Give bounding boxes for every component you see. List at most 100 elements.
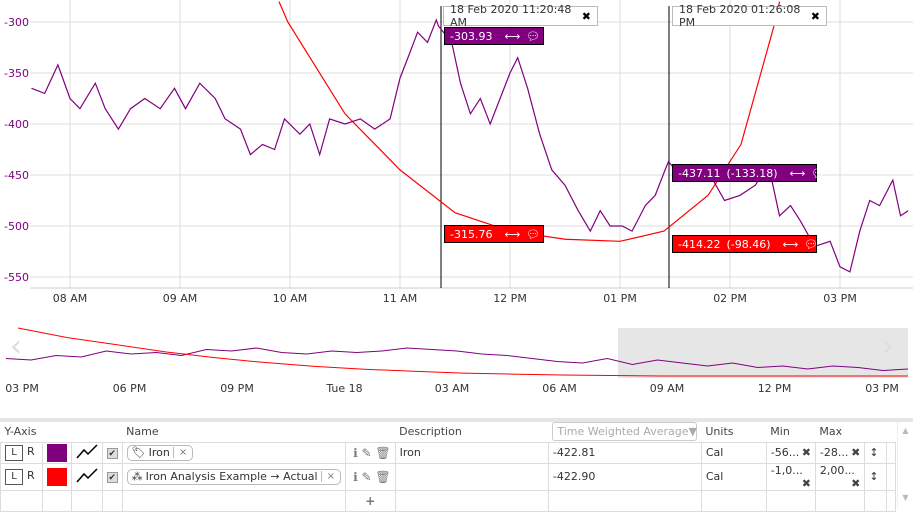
cursor-label-2: 18 Feb 2020 01:26:08 PM ✖: [672, 3, 827, 29]
header-yaxis: Y-Axis: [0, 422, 123, 443]
value-flag: -414.22 (-98.46) ⟷ 💬︎: [672, 235, 818, 253]
visible-checkbox[interactable]: ✔: [106, 472, 118, 483]
flag-delta: (-98.46): [726, 237, 771, 251]
remove-icon[interactable]: ×: [172, 447, 192, 458]
navigator-label: 09 AM: [650, 382, 685, 395]
tag-icon: 🏷︎: [131, 446, 146, 459]
range-icon[interactable]: ⟷: [790, 167, 806, 180]
units: Cal: [700, 441, 767, 464]
edit-icon[interactable]: ✎: [362, 470, 372, 484]
aggregate-select[interactable]: Time Weighted Average ▼: [552, 422, 698, 442]
line-style-icon[interactable]: [76, 467, 98, 483]
navigator-selection[interactable]: [618, 328, 908, 378]
clear-max-icon[interactable]: ✖: [851, 446, 860, 459]
close-icon[interactable]: ✖: [811, 10, 820, 23]
table-row: LR ✔ 🏷︎ Iron × ℹ ✎ 🗑︎ Iron -422.81 Cal -56…: [0, 441, 896, 464]
range-icon[interactable]: ⟷: [783, 238, 799, 251]
clear-min-icon[interactable]: ✖: [802, 477, 811, 490]
range-icon[interactable]: ⟷: [504, 30, 520, 43]
min-value[interactable]: -1,0...: [771, 464, 803, 477]
comment-icon[interactable]: 💬︎: [811, 167, 825, 180]
line-style-icon[interactable]: [76, 443, 98, 459]
left-axis-button[interactable]: L: [5, 444, 23, 461]
right-axis-button[interactable]: R: [27, 469, 35, 482]
delete-icon[interactable]: 🗑︎: [375, 446, 390, 460]
add-series-button[interactable]: +: [365, 494, 375, 508]
x-tick-label: 09 AM: [163, 292, 198, 305]
series-name: Iron Analysis Example → Actual: [145, 470, 318, 483]
delete-icon[interactable]: 🗑︎: [375, 470, 390, 484]
close-icon[interactable]: ✖: [582, 10, 591, 23]
scrollbar[interactable]: ▲ ▼: [897, 422, 913, 508]
flag-delta: (-133.18): [726, 166, 778, 180]
flag-value: -414.22: [678, 237, 721, 251]
navigator-label: 03 PM: [5, 382, 39, 395]
flag-value: -437.11: [678, 166, 721, 180]
trend-chart[interactable]: -300 -350 -400 -450 -500 -550 08 AM 09 AM 10 AM…: [0, 0, 913, 416]
table-row: LR ✔ ⁂ Iron Analysis Example → Actual × ℹ …: [0, 462, 896, 491]
navigator-label: 12 PM: [758, 382, 792, 395]
analysis-icon: ⁂: [131, 470, 143, 483]
max-value[interactable]: -28...: [820, 446, 848, 459]
header-name: Name: [122, 422, 396, 443]
comment-icon[interactable]: 💬︎: [526, 30, 540, 43]
series-tag[interactable]: ⁂ Iron Analysis Example → Actual ×: [126, 468, 341, 485]
series-table: Y-Axis Name Description Time Weighted Av…: [0, 418, 913, 512]
y-tick-label: -300: [4, 16, 29, 29]
comment-icon[interactable]: 💬︎: [804, 238, 818, 251]
aggregate-value: -422.81: [547, 441, 702, 464]
min-value[interactable]: -56...: [771, 446, 799, 459]
header-description: Description: [395, 422, 549, 443]
y-tick-label: -450: [4, 169, 29, 182]
x-tick-label: 10 AM: [273, 292, 308, 305]
left-axis-button[interactable]: L: [5, 468, 23, 485]
header-units: Units: [701, 422, 767, 443]
info-icon[interactable]: ℹ: [353, 446, 358, 460]
clear-min-icon[interactable]: ✖: [802, 446, 811, 459]
series-tag[interactable]: 🏷︎ Iron ×: [126, 444, 194, 461]
cursor-time: 18 Feb 2020 01:26:08 PM: [679, 3, 801, 29]
y-tick-label: -400: [4, 118, 29, 131]
x-tick-label: 03 PM: [823, 292, 857, 305]
value-flag: -315.76 ⟷ 💬︎: [444, 225, 544, 243]
navigator-label: 03 PM: [865, 382, 899, 395]
navigator-label: 06 AM: [542, 382, 577, 395]
cursor-time: 18 Feb 2020 11:20:48 AM: [450, 3, 572, 29]
info-icon[interactable]: ℹ: [353, 470, 358, 484]
edit-icon[interactable]: ✎: [362, 446, 372, 460]
series-name: Iron: [148, 446, 170, 459]
range-icon[interactable]: ⟷: [504, 228, 520, 241]
description: Iron: [394, 441, 549, 464]
navigator-label: Tue 18: [325, 382, 362, 395]
nav-left-arrow-icon[interactable]: ‹: [10, 329, 22, 364]
y-tick-label: -550: [4, 271, 29, 284]
color-swatch[interactable]: [46, 443, 67, 462]
x-tick-label: 02 PM: [713, 292, 747, 305]
aggregate-value: -422.90: [547, 462, 702, 491]
x-tick-label: 12 PM: [493, 292, 527, 305]
aggregate-label: Time Weighted Average: [557, 425, 689, 439]
nav-right-arrow-icon[interactable]: ›: [882, 329, 894, 364]
max-value[interactable]: 2,00...: [820, 464, 855, 477]
autoscale-icon[interactable]: ↕: [864, 462, 887, 491]
color-swatch[interactable]: [46, 467, 67, 486]
visible-checkbox[interactable]: ✔: [106, 448, 118, 459]
description: [394, 462, 549, 491]
value-flag: -303.93 ⟷ 💬︎: [444, 27, 544, 45]
cursor-label-1: 18 Feb 2020 11:20:48 AM ✖: [443, 3, 598, 29]
header-max: Max: [815, 422, 865, 443]
navigator-label: 06 PM: [113, 382, 147, 395]
right-axis-button[interactable]: R: [27, 445, 35, 458]
header-min: Min: [766, 422, 816, 443]
remove-icon[interactable]: ×: [320, 471, 340, 482]
comment-icon[interactable]: 💬︎: [526, 228, 540, 241]
x-tick-label: 01 PM: [603, 292, 637, 305]
autoscale-icon[interactable]: ↕: [864, 441, 887, 464]
navigator-label: 03 AM: [435, 382, 470, 395]
x-tick-label: 08 AM: [53, 292, 88, 305]
y-tick-label: -350: [4, 67, 29, 80]
clear-max-icon[interactable]: ✖: [851, 477, 860, 490]
y-tick-label: -500: [4, 220, 29, 233]
chevron-down-icon: ▼: [688, 425, 697, 439]
flag-value: -303.93: [450, 29, 493, 43]
